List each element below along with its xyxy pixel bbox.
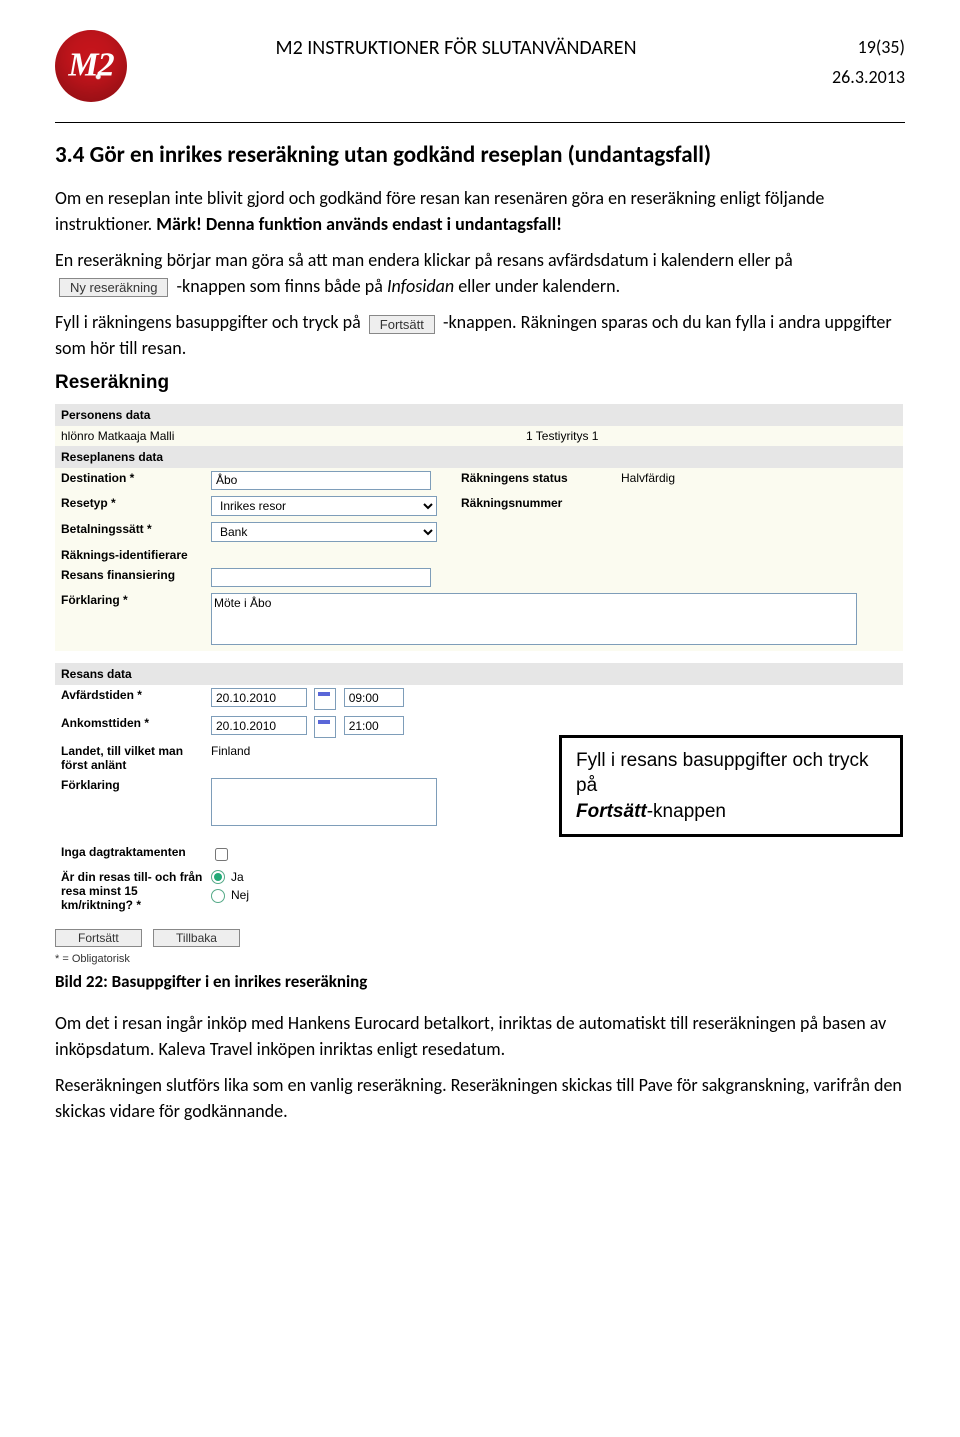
section-heading: 3.4 Gör en inrikes reseräkning utan godk… xyxy=(55,141,905,169)
row-minst15: Är din resas till- och från resa minst 1… xyxy=(55,867,499,915)
calendar-icon[interactable] xyxy=(314,716,336,738)
textarea-forklaring[interactable] xyxy=(211,593,857,645)
label-resetyp: Resetyp * xyxy=(61,496,211,510)
input-finansiering[interactable] xyxy=(211,568,431,587)
para-start-a: En reseräkning börjar man göra så att ma… xyxy=(55,249,793,271)
input-avfard-time[interactable] xyxy=(344,688,404,707)
value-landet: Finland xyxy=(211,744,250,758)
textarea-forklaring2[interactable] xyxy=(211,778,437,826)
band-personens-data: Personens data xyxy=(55,404,903,426)
input-ankomst-time[interactable] xyxy=(344,716,404,735)
label-minst15: Är din resas till- och från resa minst 1… xyxy=(61,870,211,912)
callout-suffix: -knappen xyxy=(647,801,726,822)
input-ankomst-date[interactable] xyxy=(211,716,307,735)
label-landet: Landet, till vilket man först anlänt xyxy=(61,744,211,772)
person-left: hlönro Matkaaja Malli xyxy=(61,429,526,443)
para-start: En reseräkning börjar man göra så att ma… xyxy=(55,247,905,299)
value-raknstatus: Halvfärdig xyxy=(621,471,675,485)
label-forklaring: Förklaring * xyxy=(61,593,211,607)
figure-caption: Bild 22: Basuppgifter i en inrikes reser… xyxy=(55,971,905,992)
trailing-para-2: Reseräkningen slutförs lika som en vanli… xyxy=(55,1072,905,1124)
checkbox-inga-dag[interactable] xyxy=(215,848,228,861)
para-start-c: eller under kalendern. xyxy=(458,275,620,297)
band-reseplanens-data: Reseplanens data xyxy=(55,446,903,468)
label-finansiering: Resans finansiering xyxy=(61,568,211,582)
fortsatt-button[interactable]: Fortsätt xyxy=(55,929,142,947)
para-intro-bold: Märk! Denna funktion används endast i un… xyxy=(156,213,562,235)
form-screenshot: Reseräkning Personens data hlönro Matkaa… xyxy=(55,372,903,965)
m2-logo: M2 xyxy=(55,30,127,102)
row-inga-dag: Inga dagtraktamenten xyxy=(55,842,499,867)
row-forklaring: Förklaring * xyxy=(55,590,903,651)
person-row: hlönro Matkaaja Malli 1 Testiyritys 1 xyxy=(55,426,903,446)
row-rakningsid: Räknings-identifierare xyxy=(55,545,903,565)
input-destination[interactable] xyxy=(211,471,431,490)
radio-nej[interactable] xyxy=(211,889,225,903)
radio-ja-label: Ja xyxy=(231,870,244,884)
label-raknnr: Räkningsnummer xyxy=(461,496,621,510)
row-landet: Landet, till vilket man först anlänt Fin… xyxy=(55,741,499,775)
label-destination: Destination * xyxy=(61,471,211,485)
label-ankomsttiden: Ankomsttiden * xyxy=(61,716,211,730)
row-resetyp: Resetyp * Inrikes resor Räkningsnummer xyxy=(55,493,903,519)
row-avfardstiden: Avfärdstiden * xyxy=(55,685,499,713)
label-inga-dag: Inga dagtraktamenten xyxy=(61,845,211,859)
select-resetyp[interactable]: Inrikes resor xyxy=(211,496,437,516)
para-fortsatt: Fyll i räkningens basuppgifter och tryck… xyxy=(55,309,905,361)
label-avfardstiden: Avfärdstiden * xyxy=(61,688,211,702)
header-rule xyxy=(55,122,905,123)
obligatorisk-note: * = Obligatorisk xyxy=(55,953,903,965)
chip-ny-reserakning: Ny reseräkning xyxy=(59,278,168,297)
row-betalningssatt: Betalningssätt * Bank xyxy=(55,519,903,545)
label-forklaring2: Förklaring xyxy=(61,778,211,792)
resans-data-block: Avfärdstiden * Ankomsttiden * xyxy=(55,685,903,915)
radio-ja[interactable] xyxy=(211,870,225,884)
row-forklaring2: Förklaring xyxy=(55,775,499,832)
para-start-infosidan: Infosidan xyxy=(387,275,454,297)
trailing-para-1: Om det i resan ingår inköp med Hankens E… xyxy=(55,1010,905,1062)
row-ankomsttiden: Ankomsttiden * xyxy=(55,713,499,741)
header-date: 26.3.2013 xyxy=(785,66,905,88)
input-avfard-date[interactable] xyxy=(211,688,307,707)
callout-fortsatt-em: Fortsätt xyxy=(576,801,647,822)
page-indicator: 19(35) xyxy=(785,36,905,58)
radio-nej-label: Nej xyxy=(231,888,249,902)
callout-line2: Fortsätt-knappen xyxy=(576,799,886,825)
select-betalningssatt[interactable]: Bank xyxy=(211,522,437,542)
page-header: M2 M2 INSTRUKTIONER FÖR SLUTANVÄNDAREN 1… xyxy=(55,30,905,102)
label-raknstatus: Räkningens status xyxy=(461,471,621,485)
calendar-icon[interactable] xyxy=(314,688,336,710)
chip-fortsatt: Fortsätt xyxy=(369,315,435,334)
row-destination: Destination * Räkningens status Halvfärd… xyxy=(55,468,903,493)
header-title: M2 INSTRUKTIONER FÖR SLUTANVÄNDAREN xyxy=(127,30,785,60)
header-right: 19(35) 26.3.2013 xyxy=(785,30,905,88)
para-intro: Om en reseplan inte blivit gjord och god… xyxy=(55,185,905,237)
page: M2 M2 INSTRUKTIONER FÖR SLUTANVÄNDAREN 1… xyxy=(0,0,960,1174)
callout-box: Fyll i resans basuppgifter och tryck på … xyxy=(559,735,903,838)
label-rakningsid: Räknings-identifierare xyxy=(61,548,211,562)
m2-logo-text: M2 xyxy=(68,48,113,82)
person-right: 1 Testiyritys 1 xyxy=(526,429,598,443)
para-fortsatt-a: Fyll i räkningens basuppgifter och tryck… xyxy=(55,311,365,333)
tillbaka-button[interactable]: Tillbaka xyxy=(153,929,240,947)
form-title: Reseräkning xyxy=(55,372,903,394)
callout-line1: Fyll i resans basuppgifter och tryck på xyxy=(576,748,886,799)
row-finansiering: Resans finansiering xyxy=(55,565,903,590)
label-betalningssatt: Betalningssätt * xyxy=(61,522,211,536)
band-resans-data: Resans data xyxy=(55,663,903,685)
para-start-b: -knappen som finns både på xyxy=(177,275,387,297)
